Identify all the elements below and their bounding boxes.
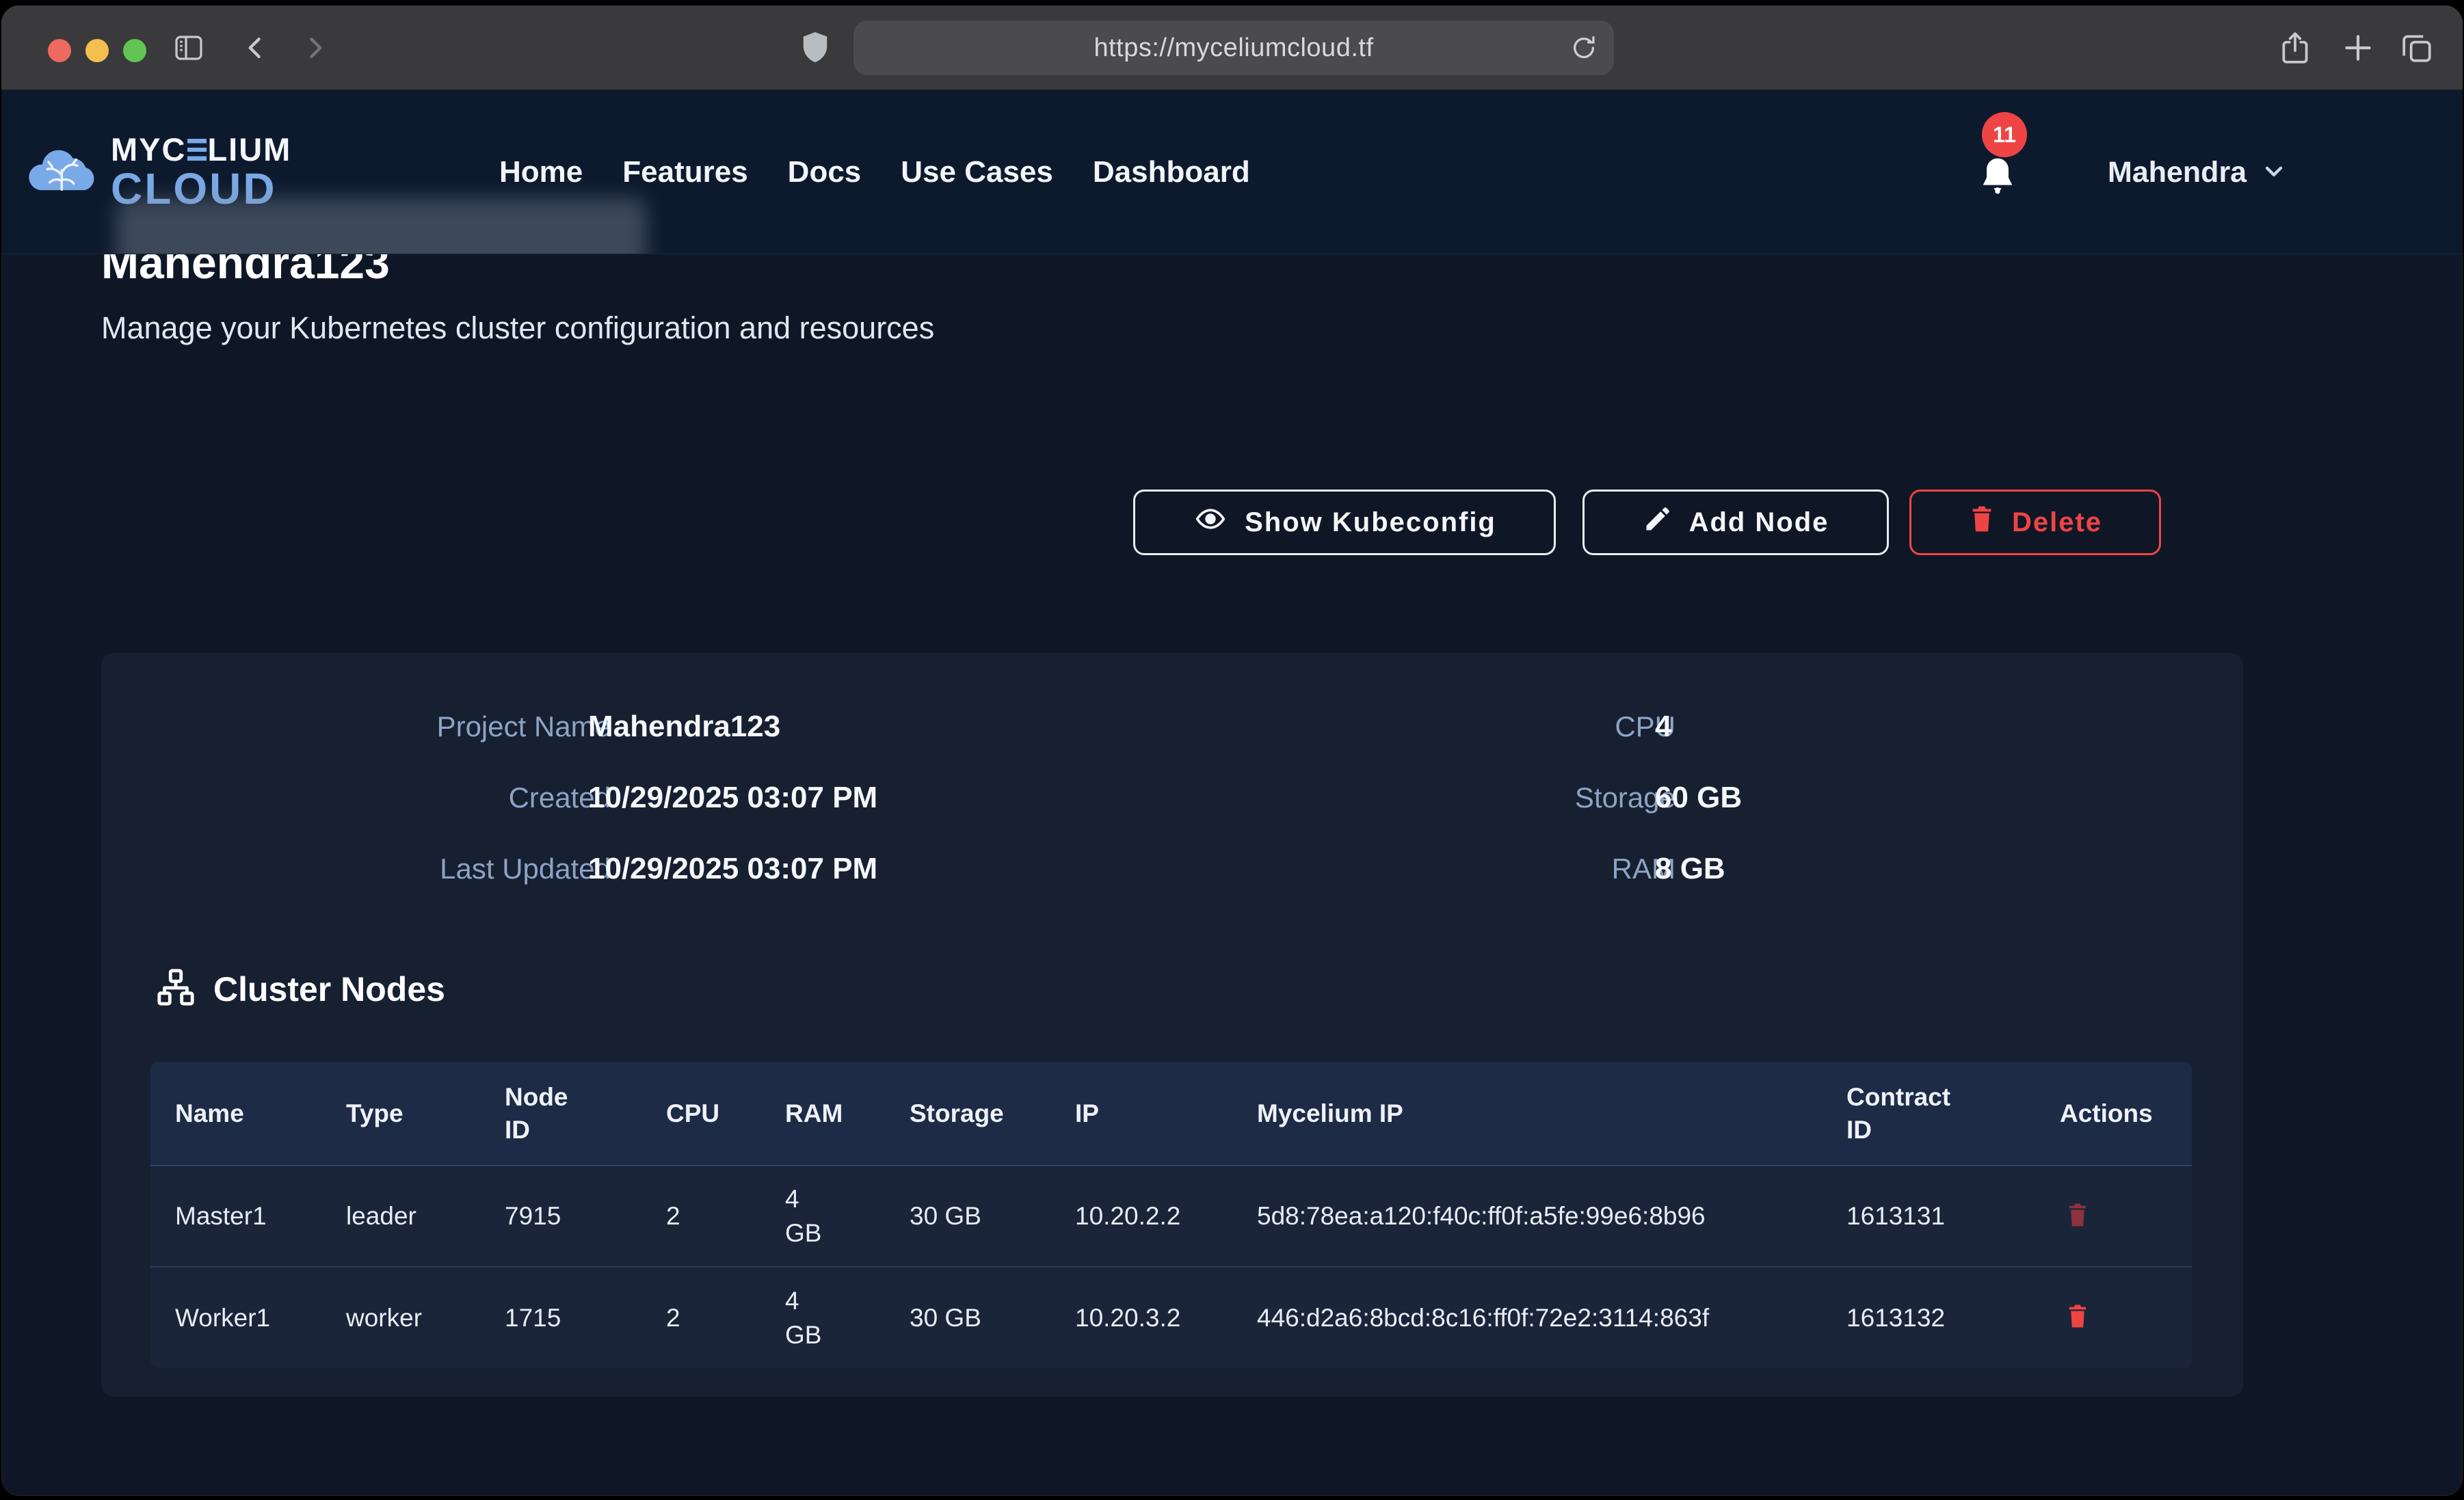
notification-count-badge: 11 [1982,112,2027,157]
col-header-type: Type [321,1062,480,1166]
created-label: Created [238,781,611,814]
delete-node-button[interactable] [2060,1296,2095,1338]
address-bar[interactable]: https://myceliumcloud.tf [853,21,1614,75]
bell-icon [1976,155,2019,203]
cell-ip: 10.20.2.2 [1050,1166,1232,1267]
cell-actions [2035,1166,2192,1267]
col-header-node-id: Node ID [480,1062,641,1166]
col-header-cpu: CPU [641,1062,760,1166]
delete-label: Delete [2012,507,2102,538]
reload-icon[interactable] [1569,33,1599,66]
cell-mycelium-ip: 446:d2a6:8bcd:8c16:ff0f:72e2:3114:863f [1232,1267,1822,1368]
col-header-contract-id: Contract ID [1822,1062,2035,1166]
page-subtitle: Manage your Kubernetes cluster configura… [101,310,934,346]
project-name-label: Project Name [238,710,611,743]
url-text: https://myceliumcloud.tf [1094,34,1373,63]
cell-cpu: 2 [641,1267,760,1368]
col-header-name: Name [150,1062,321,1166]
last-updated-label: Last Updated [238,853,611,885]
table-row: Master1 leader 7915 2 4 GB 30 GB 10.20.2… [150,1166,2192,1267]
sitemap-icon [156,967,196,1010]
new-tab-icon[interactable] [2336,5,2380,90]
trash-icon [1968,504,1996,541]
nav-link-dashboard[interactable]: Dashboard [1093,155,1250,189]
eye-icon [1193,504,1228,541]
show-kubeconfig-label: Show Kubeconfig [1245,507,1496,538]
col-header-mycelium-ip: Mycelium IP [1232,1062,1822,1166]
user-name: Mahendra [2108,156,2247,189]
cpu-value: 4 [1655,710,1671,744]
cell-contract-id: 1613131 [1822,1166,2035,1267]
cell-mycelium-ip: 5d8:78ea:a120:f40c:ff0f:a5fe:99e6:8b96 [1232,1166,1822,1267]
table-row: Worker1 worker 1715 2 4 GB 30 GB 10.20.3… [150,1267,2192,1368]
nav-link-features[interactable]: Features [622,155,747,189]
cell-type: leader [321,1166,480,1267]
zoom-window-button[interactable] [123,39,146,62]
show-kubeconfig-button[interactable]: Show Kubeconfig [1133,490,1556,555]
cell-type: worker [321,1267,480,1368]
logo-word-mycelium: MYCLIUM [111,133,291,167]
cell-storage: 30 GB [885,1267,1050,1368]
minimize-window-button[interactable] [85,39,109,62]
cell-node-id: 1715 [480,1267,641,1368]
safari-window: https://myceliumcloud.tf [1,5,2463,1496]
sidebar-toggle-icon[interactable] [168,5,209,90]
cell-node-id: 7915 [480,1166,641,1267]
cloud-tree-icon [25,137,101,206]
nav-link-docs[interactable]: Docs [788,155,862,189]
cell-cpu: 2 [641,1166,760,1267]
cell-ip: 10.20.3.2 [1050,1267,1232,1368]
col-header-storage: Storage [885,1062,1050,1166]
nav-link-home[interactable]: Home [499,155,583,189]
cluster-nodes-title: Cluster Nodes [213,969,445,1009]
cell-actions [2035,1267,2192,1368]
cell-contract-id: 1613132 [1822,1267,2035,1368]
back-icon[interactable] [237,5,275,90]
cell-storage: 30 GB [885,1166,1050,1267]
cell-ram: 4 GB [760,1166,885,1267]
cpu-label: CPU [1401,710,1675,743]
screenshot-root: https://myceliumcloud.tf [0,0,2464,1500]
tab-overview-icon[interactable] [2395,5,2439,90]
nodes-table: Name Type Node ID CPU RAM Storage IP Myc… [150,1062,2192,1368]
notifications-button[interactable]: 11 [1965,90,2048,254]
nav-link-use-cases[interactable]: Use Cases [901,155,1053,189]
close-window-button[interactable] [48,39,71,62]
forward-icon[interactable] [295,5,334,90]
app-navbar: MYCLIUM CLOUD Home Features Docs Use Cas… [1,90,2463,254]
cell-ram: 4 GB [760,1267,885,1368]
last-updated-value: 10/29/2025 03:07 PM [588,852,877,886]
user-menu[interactable]: Mahendra [2108,90,2288,254]
delete-node-button[interactable] [2060,1195,2095,1237]
cluster-nodes-section-header: Cluster Nodes [156,967,445,1010]
trash-icon [2065,1221,2090,1231]
storage-value: 60 GB [1655,781,1742,815]
storage-label: Storage [1401,781,1675,814]
table-header-row: Name Type Node ID CPU RAM Storage IP Myc… [150,1062,2192,1166]
browser-toolbar: https://myceliumcloud.tf [1,5,2463,90]
add-node-label: Add Node [1689,507,1829,538]
add-node-button[interactable]: Add Node [1582,490,1889,555]
privacy-blur-patch [116,198,646,254]
cluster-details-card: Project Name Mahendra123 Created 10/29/2… [101,653,2243,1397]
cell-name: Master1 [150,1166,321,1267]
chevron-down-icon [2260,157,2288,188]
stylized-e-icon [187,139,206,160]
cell-name: Worker1 [150,1267,321,1368]
trash-icon [2065,1322,2090,1332]
col-header-actions: Actions [2035,1062,2192,1166]
project-name-value: Mahendra123 [588,710,780,744]
col-header-ip: IP [1050,1062,1232,1166]
col-header-ram: RAM [760,1062,885,1166]
delete-cluster-button[interactable]: Delete [1909,490,2161,555]
ram-label: RAM [1401,853,1675,885]
privacy-shield-icon[interactable] [795,5,836,90]
created-value: 10/29/2025 03:07 PM [588,781,877,815]
share-icon[interactable] [2273,5,2317,90]
ram-value: 8 GB [1655,852,1725,886]
pencil-icon [1643,504,1673,541]
